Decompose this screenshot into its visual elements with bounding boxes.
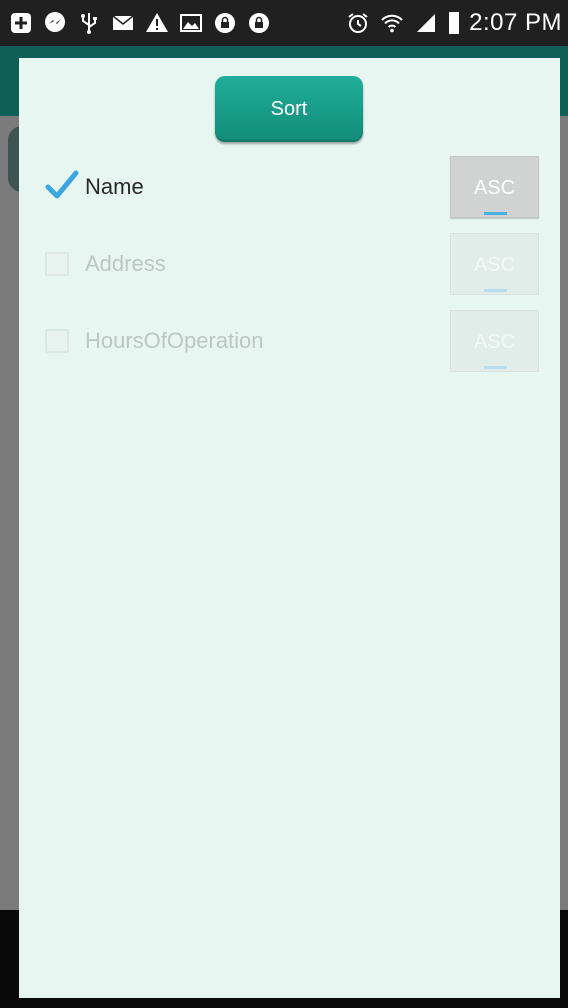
toggle-indicator [484, 289, 507, 292]
checkmark-icon [45, 170, 79, 199]
plus-square-icon [8, 11, 33, 36]
battery-icon [447, 11, 461, 36]
notification-icons [8, 7, 280, 39]
alarm-icon [345, 11, 370, 36]
name-order-toggle[interactable]: ASC [450, 156, 539, 218]
image-icon [178, 11, 203, 36]
hours-of-operation-label: HoursOfOperation [85, 328, 264, 353]
toggle-indicator [484, 366, 507, 369]
system-icons: 2:07 PM [345, 6, 562, 40]
name-checkbox[interactable] [45, 170, 79, 199]
status-bar: 2:07 PM [0, 0, 568, 46]
status-time: 2:07 PM [469, 9, 562, 36]
hours-of-operation-checkbox[interactable] [45, 329, 69, 353]
email-icon [110, 11, 135, 36]
address-order-label: ASC [473, 254, 516, 276]
wifi-icon [379, 11, 404, 36]
warning-icon [144, 11, 169, 36]
sort-row-name: Name ASC [19, 156, 560, 220]
signal-icon [413, 11, 438, 36]
address-label: Address [85, 251, 166, 276]
messenger-icon [42, 11, 67, 36]
name-label: Name [85, 174, 144, 199]
toggle-indicator [484, 212, 507, 215]
hours-of-operation-order-label: ASC [473, 331, 516, 353]
address-order-toggle[interactable]: ASC [450, 233, 539, 295]
lock-app-icon [246, 11, 271, 36]
sort-dialog: Sort Name ASC Address ASC HoursOfOperati… [19, 58, 560, 998]
hours-of-operation-order-toggle[interactable]: ASC [450, 310, 539, 372]
address-checkbox[interactable] [45, 252, 69, 276]
usb-icon [76, 11, 101, 36]
lock-app-icon [212, 11, 237, 36]
name-order-label: ASC [473, 177, 516, 199]
sort-row-hours-of-operation: HoursOfOperation ASC [19, 310, 560, 374]
sort-button[interactable]: Sort [215, 76, 363, 142]
sort-row-address: Address ASC [19, 233, 560, 297]
